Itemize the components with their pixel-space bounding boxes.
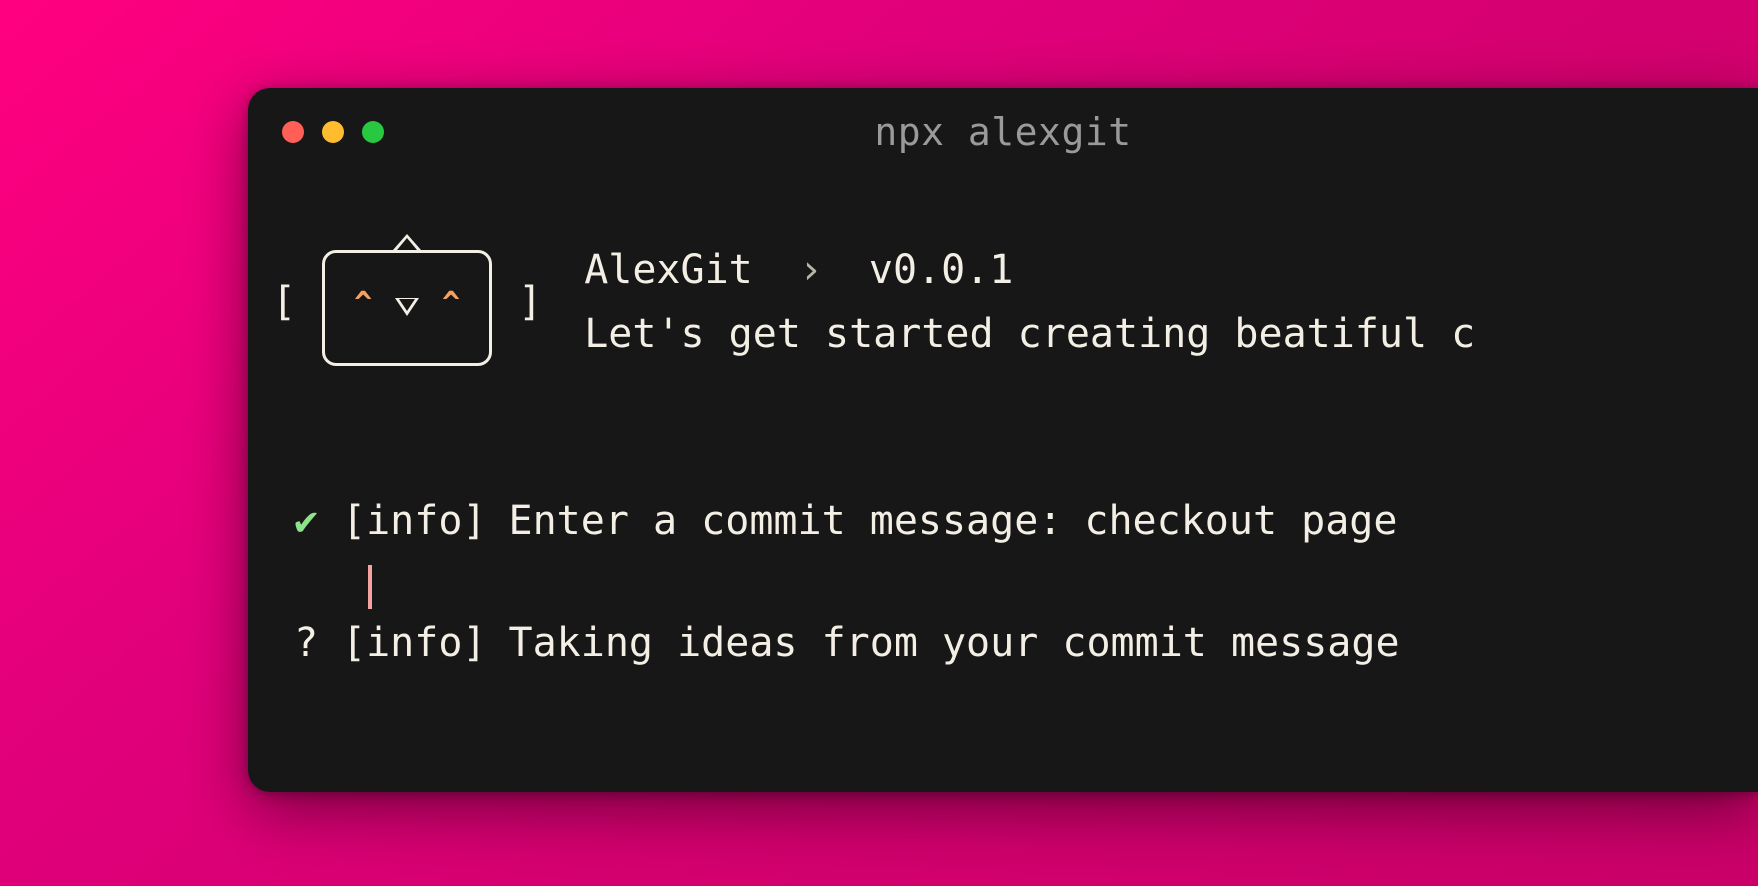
traffic-lights bbox=[282, 121, 384, 143]
status-text: Taking ideas from your commit message bbox=[509, 614, 1400, 672]
close-icon[interactable] bbox=[282, 121, 304, 143]
cursor-icon bbox=[368, 565, 372, 609]
logo: [ ^ ^ ] bbox=[268, 232, 546, 372]
logo-eye-left: ^ bbox=[354, 282, 372, 326]
bracket-left: [ bbox=[268, 273, 300, 331]
output-line: ? [info] Taking ideas from your commit m… bbox=[292, 614, 1738, 672]
terminal-window: npx alexgit [ ^ ^ ] AlexGit › v0.0.1 bbox=[248, 88, 1758, 792]
output: ✔ [info] Enter a commit message: checkou… bbox=[268, 492, 1738, 672]
chevron-right-icon: › bbox=[799, 241, 823, 299]
cat-logo-icon: ^ ^ bbox=[312, 232, 502, 372]
prompt-text: Enter a commit message: bbox=[509, 492, 1063, 550]
check-icon: ✔ bbox=[292, 492, 320, 550]
question-icon: ? bbox=[292, 614, 320, 672]
minimize-icon[interactable] bbox=[322, 121, 344, 143]
log-tag: [info] bbox=[342, 492, 487, 550]
log-tag: [info] bbox=[342, 614, 487, 672]
app-tagline: Let's get started creating beatiful c bbox=[584, 305, 1475, 363]
terminal-content: [ ^ ^ ] AlexGit › v0.0.1 Let's get start… bbox=[248, 176, 1758, 672]
app-version: v0.0.1 bbox=[869, 241, 1014, 299]
maximize-icon[interactable] bbox=[362, 121, 384, 143]
logo-eye-right: ^ bbox=[442, 282, 460, 326]
app-header: [ ^ ^ ] AlexGit › v0.0.1 Let's get start… bbox=[268, 232, 1738, 372]
titlebar: npx alexgit bbox=[248, 88, 1758, 176]
app-name: AlexGit bbox=[584, 241, 753, 299]
bracket-right: ] bbox=[514, 273, 546, 331]
window-title: npx alexgit bbox=[874, 110, 1131, 154]
commit-message-input[interactable]: checkout page bbox=[1084, 492, 1397, 550]
output-line: ✔ [info] Enter a commit message: checkou… bbox=[292, 492, 1738, 550]
